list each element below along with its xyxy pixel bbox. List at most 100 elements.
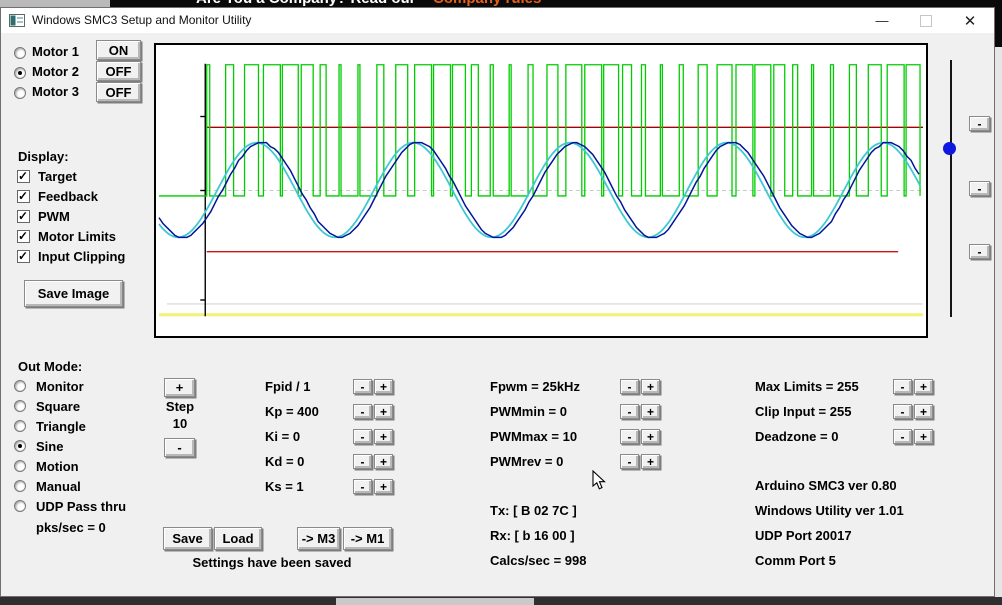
motor2-radio[interactable] — [14, 67, 26, 79]
copy-to-m1-button[interactable]: -> M1 — [343, 527, 392, 550]
banner-text: Are You a Company? Read our — [196, 0, 416, 7]
clip-input-minus-button[interactable]: - — [893, 404, 912, 419]
comm-port: Comm Port 5 — [755, 553, 836, 568]
mode-manual-label: Manual — [36, 479, 81, 494]
deadzone-label: Deadzone = 0 — [755, 429, 838, 444]
utility-version: Windows Utility ver 1.01 — [755, 503, 904, 518]
motor3-off-button[interactable]: OFF — [96, 82, 141, 102]
pwmrev-plus-button[interactable]: + — [641, 454, 660, 469]
mode-square-label: Square — [36, 399, 80, 414]
target-checkbox-label: Target — [38, 169, 77, 184]
scale-minus-button-1[interactable]: - — [969, 116, 990, 131]
minimize-button[interactable]: — — [862, 8, 902, 33]
mode-monitor-radio[interactable] — [14, 380, 26, 392]
screen: Are You a Company? Read our Company rule… — [0, 0, 1002, 605]
mode-udp-label: UDP Pass thru — [36, 499, 126, 514]
kp-minus-button[interactable]: - — [353, 404, 372, 419]
ki-label: Ki = 0 — [265, 429, 300, 444]
out-mode-heading: Out Mode: — [18, 359, 82, 374]
status-message: Settings have been saved — [157, 555, 387, 570]
mode-udp-radio[interactable] — [14, 500, 26, 512]
ki-plus-button[interactable]: + — [374, 429, 393, 444]
banner-gap — [0, 0, 110, 7]
ks-label: Ks = 1 — [265, 479, 304, 494]
ks-plus-button[interactable]: + — [374, 479, 393, 494]
kp-label: Kp = 400 — [265, 404, 319, 419]
mode-motion-label: Motion — [36, 459, 79, 474]
input-clipping-checkbox-label: Input Clipping — [38, 249, 125, 264]
motor1-radio[interactable] — [14, 47, 26, 59]
ks-minus-button[interactable]: - — [353, 479, 372, 494]
background-page-edge — [995, 47, 1002, 597]
close-button[interactable]: ✕ — [950, 8, 990, 33]
waveform-plot — [156, 45, 926, 336]
maximize-icon — [920, 15, 932, 27]
max-limits-minus-button[interactable]: - — [893, 379, 912, 394]
clip-input-label: Clip Input = 255 — [755, 404, 851, 419]
kp-plus-button[interactable]: + — [374, 404, 393, 419]
motor1-on-button[interactable]: ON — [96, 40, 141, 60]
motor3-label: Motor 3 — [32, 84, 79, 99]
feedback-checkbox[interactable] — [17, 190, 30, 203]
pwm-checkbox[interactable] — [17, 210, 30, 223]
mode-motion-radio[interactable] — [14, 460, 26, 472]
deadzone-plus-button[interactable]: + — [914, 429, 933, 444]
motor1-label: Motor 1 — [32, 44, 79, 59]
pwm-checkbox-label: PWM — [38, 209, 70, 224]
mode-triangle-radio[interactable] — [14, 420, 26, 432]
pwmmin-label: PWMmin = 0 — [490, 404, 567, 419]
clip-input-plus-button[interactable]: + — [914, 404, 933, 419]
mode-triangle-label: Triangle — [36, 419, 86, 434]
save-image-button[interactable]: Save Image — [24, 280, 123, 307]
kd-plus-button[interactable]: + — [374, 454, 393, 469]
pwmrev-minus-button[interactable]: - — [620, 454, 639, 469]
step-label: Step — [158, 399, 202, 414]
mode-manual-radio[interactable] — [14, 480, 26, 492]
window-title: Windows SMC3 Setup and Monitor Utility — [32, 13, 251, 27]
load-button[interactable]: Load — [214, 527, 262, 550]
feedback-checkbox-label: Feedback — [38, 189, 98, 204]
max-limits-plus-button[interactable]: + — [914, 379, 933, 394]
fpwm-label: Fpwm = 25kHz — [490, 379, 580, 394]
fpid-label: Fpid / 1 — [265, 379, 311, 394]
scale-minus-button-3[interactable]: - — [969, 244, 990, 259]
scale-slider-track[interactable] — [950, 60, 952, 317]
scope-display — [154, 43, 928, 338]
app-icon — [9, 13, 25, 28]
scale-slider-knob[interactable] — [943, 142, 956, 155]
mode-monitor-label: Monitor — [36, 379, 84, 394]
titlebar[interactable]: Windows SMC3 Setup and Monitor Utility — [1, 8, 994, 33]
background-banner: Are You a Company? Read our Company rule… — [0, 0, 1002, 7]
step-decrease-button[interactable]: - — [164, 438, 195, 457]
arduino-version: Arduino SMC3 ver 0.80 — [755, 478, 897, 493]
save-button[interactable]: Save — [163, 527, 212, 550]
maximize-button[interactable] — [906, 8, 946, 33]
pwmmax-plus-button[interactable]: + — [641, 429, 660, 444]
pwmmin-plus-button[interactable]: + — [641, 404, 660, 419]
rx-readout: Rx: [ b 16 00 ] — [490, 528, 575, 543]
motor3-radio[interactable] — [14, 87, 26, 99]
kd-minus-button[interactable]: - — [353, 454, 372, 469]
fpid-minus-button[interactable]: - — [353, 379, 372, 394]
pwmmin-minus-button[interactable]: - — [620, 404, 639, 419]
fpwm-minus-button[interactable]: - — [620, 379, 639, 394]
motor2-off-button[interactable]: OFF — [96, 61, 141, 81]
target-checkbox[interactable] — [17, 170, 30, 183]
background-page-bottom-light — [336, 598, 534, 605]
mode-square-radio[interactable] — [14, 400, 26, 412]
fpid-plus-button[interactable]: + — [374, 379, 393, 394]
scale-minus-button-2[interactable]: - — [969, 181, 990, 196]
step-increase-button[interactable]: + — [164, 378, 195, 397]
pwmmax-label: PWMmax = 10 — [490, 429, 577, 444]
kd-label: Kd = 0 — [265, 454, 304, 469]
banner-link-text[interactable]: Company rules — [433, 0, 541, 7]
deadzone-minus-button[interactable]: - — [893, 429, 912, 444]
mode-sine-radio[interactable] — [14, 440, 26, 452]
ki-minus-button[interactable]: - — [353, 429, 372, 444]
pwmmax-minus-button[interactable]: - — [620, 429, 639, 444]
input-clipping-checkbox[interactable] — [17, 250, 30, 263]
copy-to-m3-button[interactable]: -> M3 — [297, 527, 340, 550]
fpwm-plus-button[interactable]: + — [641, 379, 660, 394]
tx-readout: Tx: [ B 02 7C ] — [490, 503, 577, 518]
motor-limits-checkbox[interactable] — [17, 230, 30, 243]
